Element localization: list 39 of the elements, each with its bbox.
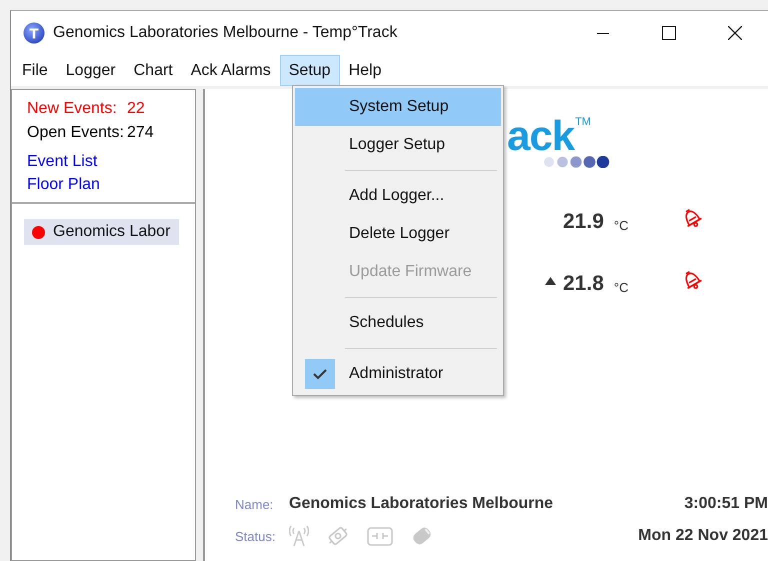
sidebar-link[interactable]: Floor Plan [27, 176, 100, 193]
clock-time: 3:00:51 PM [684, 495, 768, 513]
sidebar-link[interactable]: Event List [27, 153, 98, 170]
app-icon [23, 22, 45, 44]
close-icon [728, 26, 742, 40]
new-events-count: 22 [127, 99, 145, 119]
temperature-value: 21.9 [563, 210, 604, 234]
menu-item[interactable]: File [13, 55, 57, 86]
menu-option[interactable]: System Setup [295, 88, 501, 126]
logo-text: ack [507, 116, 574, 156]
date-text: Mon 22 Nov 2021 [638, 527, 768, 545]
sensor-icon [326, 525, 350, 547]
status-label: Status: [235, 528, 276, 544]
menu-item[interactable]: Help [340, 55, 390, 86]
tree-item[interactable]: Genomics Labor [24, 219, 179, 245]
menu-option[interactable]: Delete Logger [295, 215, 501, 253]
temperature-value: 21.8 [563, 272, 604, 296]
open-events-count: 274 [127, 123, 154, 143]
logo-dots-icon [543, 156, 611, 168]
temperature-unit: °C [614, 280, 628, 294]
menu-item[interactable]: Logger [56, 55, 125, 86]
trademark-mark: TM [575, 116, 591, 128]
temperature-unit: °C [614, 218, 628, 232]
new-events-label: New Events: [27, 99, 118, 119]
antenna-icon [289, 525, 309, 547]
menu-option[interactable]: Administrator [295, 355, 501, 393]
open-events-label: Open Events: [27, 123, 125, 143]
menu-option[interactable]: Schedules [295, 304, 501, 342]
tree-item-label: Genomics Labor [53, 223, 170, 241]
maximize-icon [662, 26, 676, 40]
plug-icon [367, 525, 393, 547]
name-label: Name: [235, 496, 274, 512]
menu-item[interactable]: Chart [124, 55, 182, 86]
window-title: Genomics Laboratories Melbourne - Temp°Track [53, 24, 398, 42]
menu-item[interactable]: Setup [280, 55, 340, 86]
menu-item[interactable]: Ack Alarms [182, 55, 280, 86]
logger-name: Genomics Laboratories Melbourne [289, 495, 554, 513]
menu-option[interactable]: Logger Setup [295, 126, 501, 164]
menu-option[interactable]: Add Logger... [295, 177, 501, 215]
